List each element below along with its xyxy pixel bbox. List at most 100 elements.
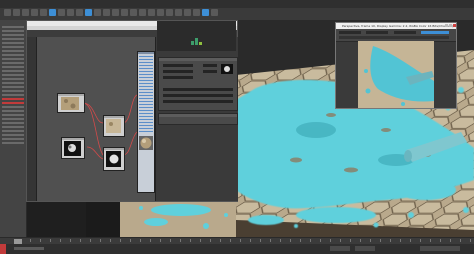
bottom-viewport[interactable] (86, 200, 236, 237)
viewport-dropdown[interactable] (366, 31, 388, 34)
material-slot[interactable] (139, 113, 153, 114)
menu-bar[interactable] (0, 0, 474, 8)
command-panel-row[interactable] (2, 138, 24, 140)
noise-map-node[interactable] (61, 137, 85, 159)
close-icon[interactable] (453, 24, 456, 27)
window-crossing-icon[interactable] (76, 9, 83, 16)
command-panel-row[interactable] (2, 86, 24, 88)
material-slot[interactable] (139, 92, 153, 93)
parameter-rollout[interactable] (158, 57, 238, 111)
area-to-render-dropdown[interactable] (339, 31, 361, 34)
material-node-stone[interactable] (103, 115, 125, 137)
material-slot[interactable] (139, 86, 153, 87)
command-panel-row[interactable] (2, 50, 24, 52)
command-panel-row[interactable] (2, 122, 24, 124)
layer-icon[interactable] (157, 9, 164, 16)
command-panel-row[interactable] (2, 106, 24, 108)
rect-select-icon[interactable] (67, 9, 74, 16)
command-panel-row[interactable] (2, 58, 24, 60)
command-panel-row[interactable] (2, 54, 24, 56)
render-preset-dropdown[interactable] (394, 31, 416, 34)
unlink-icon[interactable] (31, 9, 38, 16)
command-panel-row[interactable] (2, 82, 24, 84)
material-slot[interactable] (139, 104, 153, 105)
command-panel-row[interactable] (2, 134, 24, 136)
command-panel-row[interactable] (2, 26, 24, 28)
align-icon[interactable] (148, 9, 155, 16)
redo-icon[interactable] (13, 9, 20, 16)
playback-controls[interactable] (420, 246, 460, 251)
render-icon[interactable] (202, 9, 209, 16)
move-icon[interactable] (85, 9, 92, 16)
material-slot[interactable] (139, 131, 153, 132)
material-slot[interactable] (139, 128, 153, 129)
material-map-browser[interactable] (27, 37, 37, 201)
set-key-button[interactable] (355, 246, 375, 251)
scale-icon[interactable] (103, 9, 110, 16)
undo-icon[interactable] (4, 9, 11, 16)
schematic-icon[interactable] (175, 9, 182, 16)
material-slot[interactable] (139, 119, 153, 120)
auto-key-button[interactable] (330, 246, 350, 251)
node-view[interactable] (37, 37, 155, 201)
material-slot[interactable] (139, 83, 153, 84)
navigator-panel[interactable] (157, 21, 236, 51)
maxscript-listener-icon[interactable] (0, 244, 6, 254)
material-slot[interactable] (139, 56, 153, 57)
render-setup-icon[interactable] (193, 9, 200, 16)
parameter-rollout-2[interactable] (158, 113, 238, 125)
render-button[interactable] (421, 31, 449, 34)
material-slot[interactable] (139, 80, 153, 81)
material-slot[interactable] (139, 107, 153, 108)
maximize-icon[interactable] (449, 24, 452, 27)
material-slot[interactable] (139, 125, 153, 126)
material-slot[interactable] (139, 116, 153, 117)
material-slot[interactable] (139, 101, 153, 102)
angle-snap-icon[interactable] (121, 9, 128, 16)
link-icon[interactable] (22, 9, 29, 16)
material-slot[interactable] (139, 110, 153, 111)
material-slot[interactable] (139, 89, 153, 90)
command-panel-row[interactable] (2, 142, 24, 144)
noise-map-node-2[interactable] (103, 147, 125, 171)
material-slot[interactable] (139, 74, 153, 75)
material-slot[interactable] (139, 98, 153, 99)
command-panel-row[interactable] (2, 34, 24, 36)
command-panel-row[interactable] (2, 62, 24, 64)
command-panel-row[interactable] (2, 94, 24, 96)
material-slot[interactable] (139, 77, 153, 78)
select-icon[interactable] (49, 9, 56, 16)
command-panel-row[interactable] (2, 74, 24, 76)
main-material-node[interactable] (137, 51, 155, 193)
percent-snap-icon[interactable] (130, 9, 137, 16)
render-frame-icon[interactable] (211, 9, 218, 16)
command-panel-row[interactable] (2, 66, 24, 68)
command-panel-row[interactable] (2, 98, 24, 100)
material-slot[interactable] (139, 71, 153, 72)
command-panel-row[interactable] (2, 70, 24, 72)
mirror-icon[interactable] (139, 9, 146, 16)
command-panel-row[interactable] (2, 102, 24, 104)
material-slot[interactable] (139, 122, 153, 123)
command-panel-row[interactable] (2, 90, 24, 92)
material-slot[interactable] (139, 65, 153, 66)
bind-icon[interactable] (40, 9, 47, 16)
material-slot[interactable] (139, 68, 153, 69)
command-panel-row[interactable] (2, 78, 24, 80)
bitmap-node-stone[interactable] (57, 93, 85, 113)
command-panel-row[interactable] (2, 110, 24, 112)
material-slot[interactable] (139, 59, 153, 60)
curve-editor-icon[interactable] (166, 9, 173, 16)
command-panel-row[interactable] (2, 114, 24, 116)
command-panel-row[interactable] (2, 30, 24, 32)
material-slot[interactable] (139, 62, 153, 63)
command-panel-row[interactable] (2, 126, 24, 128)
command-panel-row[interactable] (2, 38, 24, 40)
command-panel-row[interactable] (2, 42, 24, 44)
material-editor-icon[interactable] (184, 9, 191, 16)
material-slot[interactable] (139, 95, 153, 96)
command-panel-row[interactable] (2, 46, 24, 48)
minimize-icon[interactable] (445, 24, 448, 27)
snap-icon[interactable] (112, 9, 119, 16)
rotate-icon[interactable] (94, 9, 101, 16)
